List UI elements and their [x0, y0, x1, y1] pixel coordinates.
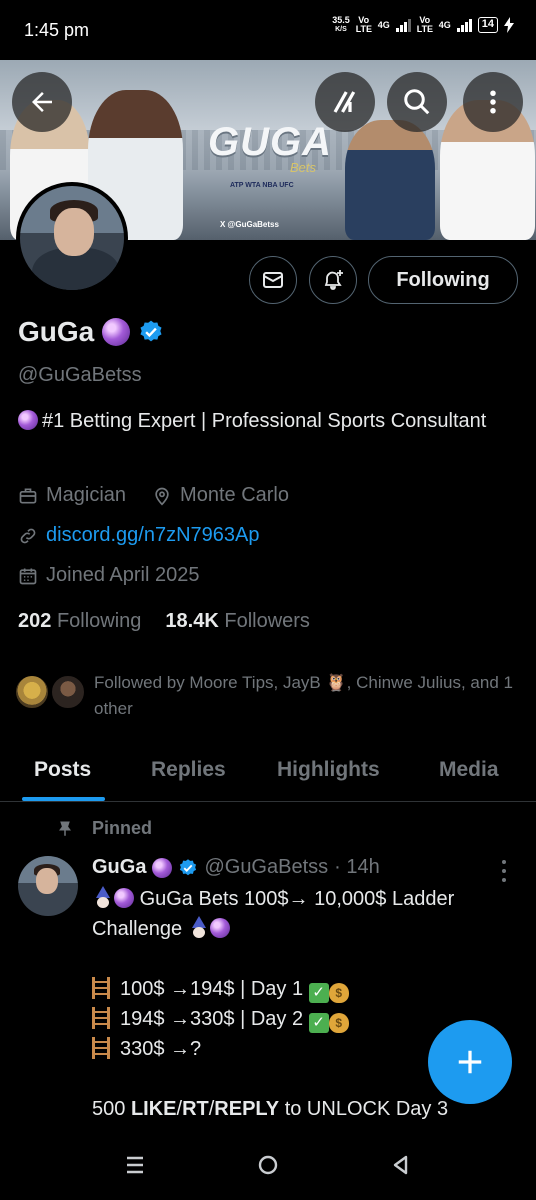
status-bar: 1:45 pm 35.5 K/S Vo LTE 4G Vo LTE 4G 14 — [0, 0, 536, 60]
recent-apps-button[interactable] — [120, 1150, 150, 1180]
tab-replies[interactable]: Replies — [151, 758, 226, 782]
post-line: GuGa Bets 100$→ 10,000$ Ladder Challenge — [92, 886, 460, 940]
profile-handle: @GuGaBetss — [18, 364, 142, 386]
back-triangle-icon — [393, 1155, 408, 1175]
avatar — [50, 674, 86, 710]
signal-icon — [456, 18, 472, 32]
compose-post-button[interactable] — [428, 1020, 512, 1104]
verified-badge-icon[interactable] — [138, 319, 164, 345]
tab-highlights[interactable]: Highlights — [277, 758, 380, 782]
profile-name-row: GuGa — [18, 316, 164, 348]
profile-tabs: Posts Replies Highlights Media — [0, 740, 536, 802]
profile-joined-row: Joined April 2025 — [18, 564, 199, 587]
wizard-icon — [188, 916, 210, 938]
verified-badge-icon — [180, 858, 197, 875]
menu-lines-icon — [127, 1156, 143, 1174]
display-name: GuGa — [18, 316, 95, 347]
banner-leagues: ATP WTA NBA UFC — [230, 182, 294, 189]
calendar-icon — [19, 568, 37, 584]
more-button[interactable] — [463, 72, 523, 132]
crystal-ball-icon — [114, 888, 134, 908]
crystal-ball-icon — [102, 318, 131, 346]
search-icon — [404, 89, 430, 115]
post-header: GuGa @GuGaBetss · 14h — [92, 856, 380, 879]
post-time: · 14h — [334, 856, 380, 878]
location: Monte Carlo — [180, 484, 289, 506]
post-more-button[interactable] — [500, 860, 508, 882]
back-nav-button[interactable] — [386, 1150, 416, 1180]
tab-posts[interactable]: Posts — [34, 758, 91, 782]
sim1-gen: 4G — [377, 19, 390, 30]
follow-counts: 202 Following 18.4K Followers — [18, 610, 310, 633]
net-speed: 35.5 K/S — [332, 15, 350, 34]
briefcase-icon — [19, 488, 37, 503]
search-button[interactable] — [387, 72, 447, 132]
ladder-icon — [92, 977, 110, 999]
sim1-volte: Vo LTE — [355, 15, 373, 34]
banner-player — [345, 120, 435, 240]
money-bag-icon: $ — [328, 983, 349, 1003]
envelope-icon — [263, 272, 283, 288]
plus-icon — [458, 1050, 482, 1074]
crystal-ball-icon — [18, 410, 38, 430]
check-mark-icon: ✓ — [308, 983, 329, 1003]
notify-button[interactable] — [309, 256, 357, 304]
avatar — [14, 674, 50, 710]
sim2-gen: 4G — [438, 19, 451, 30]
status-time: 1:45 pm — [24, 20, 90, 40]
home-button[interactable] — [253, 1150, 283, 1180]
followers-count-link[interactable]: 18.4K Followers — [165, 610, 310, 633]
grok-button[interactable] — [315, 72, 375, 132]
post-author[interactable]: GuGa — [92, 856, 146, 879]
following-count-link[interactable]: 202 Following — [18, 610, 141, 633]
followed-by[interactable]: Followed by Moore Tips, JayB 🦉, Chinwe J… — [14, 670, 524, 722]
banner-logo-sub: Bets — [290, 160, 317, 175]
back-arrow-icon — [32, 92, 52, 112]
pin-icon — [59, 821, 71, 836]
sim2-volte: Vo LTE — [416, 15, 434, 34]
following-button[interactable]: Following — [368, 256, 518, 304]
crystal-ball-icon — [152, 857, 173, 878]
profile-website-row: discord.gg/n7zN7963Ap — [18, 524, 259, 547]
money-bag-icon: $ — [328, 1013, 349, 1033]
profile-meta: Magician Monte Carlo — [18, 484, 289, 507]
followed-by-avatars — [14, 670, 86, 710]
bell-plus-icon — [324, 270, 343, 290]
android-nav-bar — [0, 1130, 536, 1200]
battery-icon: 14 — [477, 17, 498, 33]
profile-avatar[interactable] — [16, 182, 128, 294]
profile-bio: #1 Betting Expert | Professional Sports … — [18, 406, 518, 436]
back-button[interactable] — [12, 72, 72, 132]
joined-date: Joined April 2025 — [46, 564, 200, 586]
grok-icon — [333, 91, 356, 113]
followed-by-text: Followed by Moore Tips, JayB 🦉, Chinwe J… — [94, 673, 513, 718]
ladder-icon — [92, 1037, 110, 1059]
message-button[interactable] — [249, 256, 297, 304]
wizard-icon — [92, 886, 114, 908]
post-handle: @GuGaBetss — [204, 856, 329, 878]
website-link[interactable]: discord.gg/n7zN7963Ap — [46, 524, 259, 547]
ladder-icon — [92, 1007, 110, 1029]
location-pin-icon — [155, 487, 169, 506]
status-icons: 35.5 K/S Vo LTE 4G Vo LTE 4G 14 — [332, 16, 514, 34]
link-icon — [20, 528, 36, 543]
post-avatar[interactable] — [18, 856, 78, 916]
banner-handle: X @GuGaBetss — [220, 220, 279, 229]
charging-icon — [504, 17, 514, 33]
home-circle-icon — [258, 1155, 278, 1175]
crystal-ball-icon — [209, 918, 230, 938]
signal-icon — [395, 18, 411, 32]
post-line: 100$ →194$ | Day 1 ✓ $ — [92, 974, 522, 1004]
occupation: Magician — [46, 484, 127, 506]
active-tab-indicator — [22, 797, 105, 801]
tab-media[interactable]: Media — [439, 758, 499, 782]
check-mark-icon: ✓ — [308, 1013, 329, 1033]
pinned-label: Pinned — [56, 818, 152, 839]
more-vertical-icon — [490, 90, 496, 114]
banner-logo: GUGA — [208, 120, 332, 164]
